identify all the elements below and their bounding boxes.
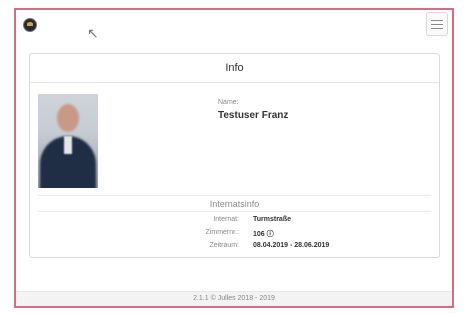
info-row-room: Zimmernr.: 106 ⓘ bbox=[30, 229, 439, 240]
info-value[interactable]: 106 ⓘ bbox=[253, 229, 274, 239]
info-label: Internat: bbox=[213, 216, 239, 223]
hamburger-menu-button[interactable] bbox=[426, 12, 448, 36]
info-card: Info Name: Testuser Franz Internatsinfo … bbox=[29, 53, 440, 258]
photo-head bbox=[57, 104, 79, 132]
info-value: 08.04.2019 - 28.06.2019 bbox=[253, 242, 330, 249]
hamburger-bar bbox=[431, 20, 443, 21]
section-divider bbox=[38, 211, 431, 212]
internat-section-title: Internatsinfo bbox=[209, 199, 260, 209]
footer: 2.1.1 © Julles 2018 - 2019 bbox=[16, 291, 452, 306]
info-row-period: Zeitraum: 08.04.2019 - 28.06.2019 bbox=[30, 242, 439, 253]
info-label: Zeitraum: bbox=[209, 242, 239, 249]
photo-collar bbox=[64, 136, 72, 154]
hamburger-bar bbox=[431, 24, 443, 25]
mouse-cursor-icon: ↖ bbox=[87, 25, 99, 41]
app-window: ↖ Info Name: Testuser Franz Internatsinf… bbox=[14, 8, 454, 308]
info-row-internat: Internat: Turmstraße bbox=[30, 216, 439, 227]
section-divider bbox=[38, 195, 431, 196]
profile-photo bbox=[38, 94, 98, 188]
info-card-title: Info bbox=[30, 54, 439, 83]
hamburger-bar bbox=[431, 28, 443, 29]
name-label: Name: bbox=[218, 99, 239, 106]
info-label: Zimmernr.: bbox=[205, 229, 239, 236]
name-value: Testuser Franz bbox=[218, 110, 289, 121]
app-logo-icon[interactable] bbox=[23, 18, 37, 32]
top-bar: ↖ bbox=[16, 10, 452, 44]
info-value: Turmstraße bbox=[253, 216, 291, 223]
